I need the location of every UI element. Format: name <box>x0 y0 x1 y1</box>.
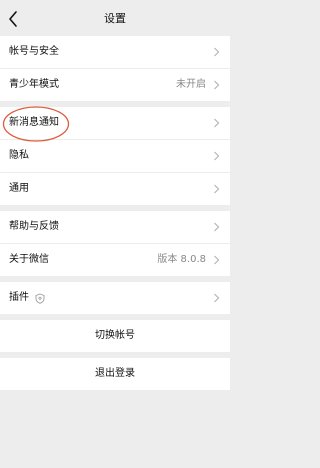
shield-icon <box>35 293 45 304</box>
settings-item-general[interactable]: 通用 <box>0 173 230 205</box>
settings-item-privacy[interactable]: 隐私 <box>0 140 230 172</box>
teen-mode-status: 未开启 <box>176 79 206 90</box>
settings-item-label: 关于微信 <box>9 254 49 265</box>
chevron-right-icon <box>214 80 220 90</box>
settings-item-label: 帮助与反馈 <box>9 221 59 232</box>
settings-item-new-message-notification[interactable]: 新消息通知 <box>0 107 230 139</box>
settings-item-label: 插件 <box>9 292 29 303</box>
chevron-right-icon <box>214 222 220 232</box>
settings-item-label: 新消息通知 <box>9 117 59 128</box>
logout-label: 退出登录 <box>95 368 135 379</box>
settings-item-account-security[interactable]: 帐号与安全 <box>0 36 230 68</box>
settings-item-label: 帐号与安全 <box>9 46 59 57</box>
switch-account-button[interactable]: 切换帐号 <box>0 320 230 352</box>
chevron-right-icon <box>214 255 220 265</box>
chevron-right-icon <box>214 293 220 303</box>
settings-item-about-wechat[interactable]: 关于微信 版本 8.0.8 <box>0 244 230 276</box>
settings-item-help-feedback[interactable]: 帮助与反馈 <box>0 211 230 243</box>
settings-item-plugins[interactable]: 插件 <box>0 282 230 314</box>
settings-item-label: 青少年模式 <box>9 79 59 90</box>
nav-bar: 设置 <box>0 0 230 36</box>
chevron-right-icon <box>214 184 220 194</box>
version-text: 版本 8.0.8 <box>157 254 206 265</box>
chevron-right-icon <box>214 118 220 128</box>
settings-item-label: 隐私 <box>9 150 29 161</box>
switch-account-label: 切换帐号 <box>95 330 135 341</box>
logout-button[interactable]: 退出登录 <box>0 358 230 390</box>
chevron-right-icon <box>214 151 220 161</box>
settings-item-teen-mode[interactable]: 青少年模式 未开启 <box>0 69 230 101</box>
settings-item-label: 通用 <box>9 183 29 194</box>
chevron-right-icon <box>214 47 220 57</box>
page-title: 设置 <box>104 12 126 25</box>
